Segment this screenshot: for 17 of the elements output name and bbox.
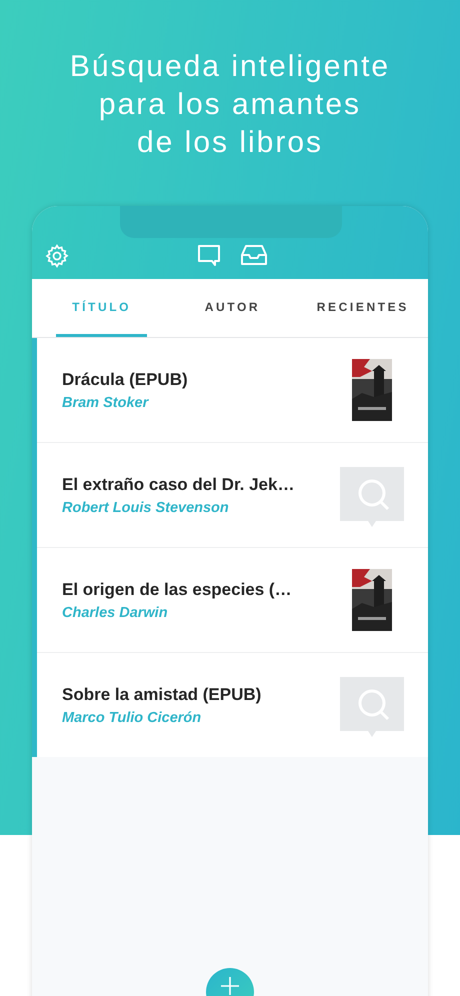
tab[interactable]: AUTOR bbox=[167, 279, 298, 337]
book-author: Charles Darwin bbox=[62, 604, 169, 620]
book-title: Sobre la amistad (EPUB) bbox=[62, 684, 262, 704]
tab[interactable]: RECIENTES bbox=[298, 279, 428, 337]
book-row[interactable]: El origen de las especies (… Charles Darwin bbox=[37, 548, 428, 653]
book-author: Robert Louis Stevenson bbox=[62, 500, 230, 516]
book-title: Drácula (EPUB) bbox=[62, 370, 188, 390]
headline: Búsqueda inteligente bbox=[70, 49, 390, 85]
book-row[interactable]: Drácula (EPUB) Bram Stoker bbox=[37, 338, 428, 443]
book-row[interactable]: El extraño caso del Dr. Jek… Robert Louis Stevenson bbox=[37, 443, 428, 548]
book-author: Bram Stoker bbox=[62, 394, 150, 410]
headline: para los amantes bbox=[98, 87, 362, 123]
headline: de los libros bbox=[136, 125, 324, 161]
book-title: El extraño caso del Dr. Jek… bbox=[62, 474, 294, 494]
book-row[interactable]: Sobre la amistad (EPUB) Marco Tulio Cicerón bbox=[37, 653, 428, 757]
book-author: Marco Tulio Cicerón bbox=[62, 710, 202, 726]
book-title: El origen de las especies (… bbox=[62, 580, 292, 600]
